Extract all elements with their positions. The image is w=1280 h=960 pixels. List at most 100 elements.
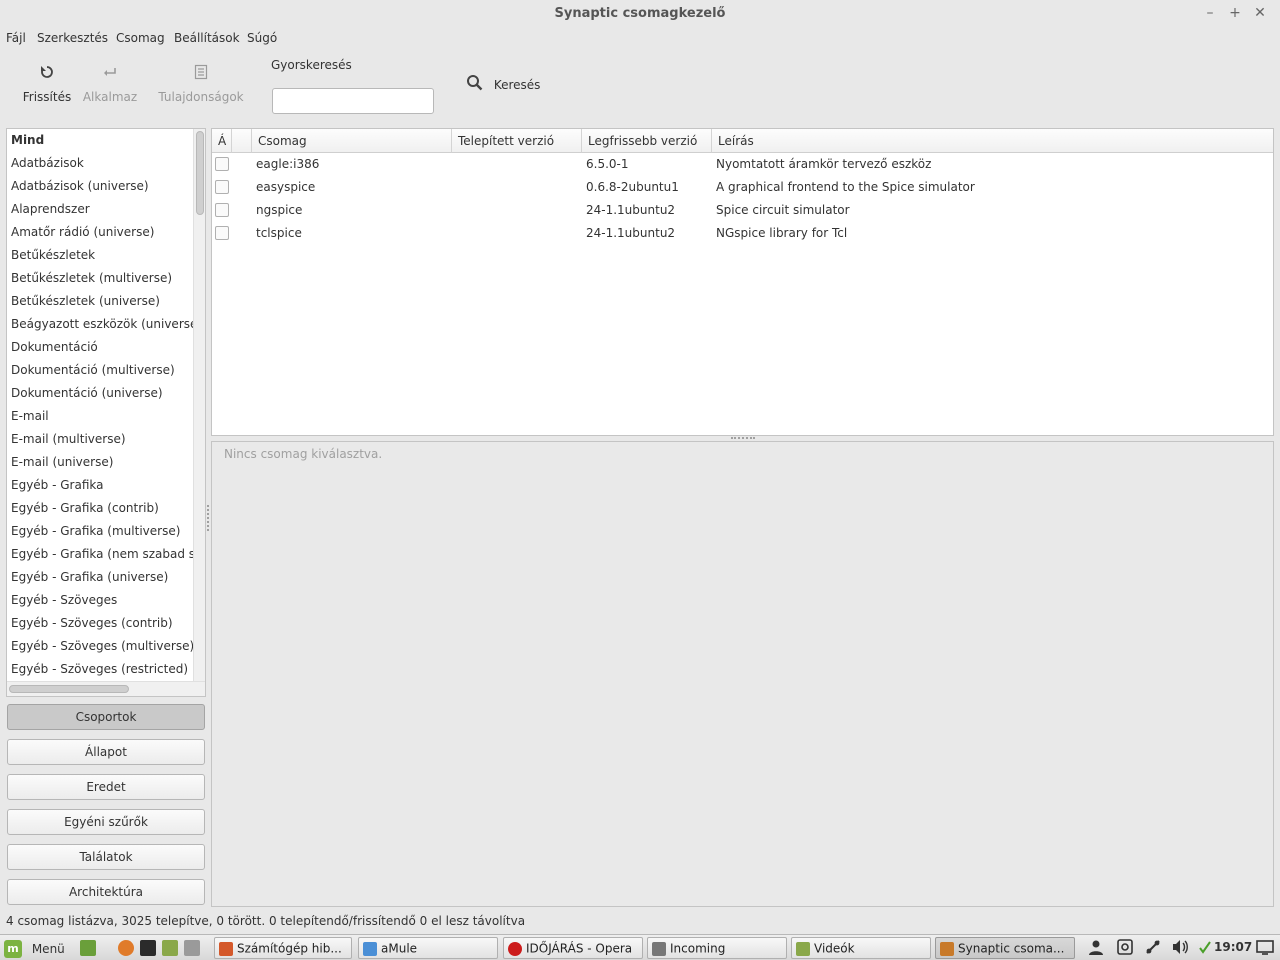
minimize-icon[interactable]: – (1201, 4, 1219, 22)
section-item[interactable]: Alaprendszer (11, 198, 193, 221)
maximize-icon[interactable]: + (1226, 4, 1244, 22)
files-icon[interactable] (162, 940, 178, 956)
section-item[interactable]: Dokumentáció (multiverse) (11, 359, 193, 382)
filter-status-button[interactable]: Állapot (7, 739, 205, 765)
menu-settings[interactable]: Beállítások (174, 31, 240, 45)
show-desktop-icon[interactable] (80, 940, 96, 956)
scrollbar-thumb[interactable] (196, 131, 204, 215)
latest-version: 0.6.8-2ubuntu1 (586, 180, 679, 194)
column-header-mark[interactable] (232, 129, 252, 153)
taskbar-window-label: aMule (381, 941, 418, 956)
filter-custom-button[interactable]: Egyéni szűrők (7, 809, 205, 835)
column-header-latest-version[interactable]: Legfrissebb verzió (582, 129, 712, 153)
section-item[interactable]: Adatbázisok (11, 152, 193, 175)
toolbar: Frissítés Alkalmaz Tulajdonságok Gyorske… (0, 52, 1280, 122)
section-item[interactable]: Betűkészletek (multiverse) (11, 267, 193, 290)
window-icon (652, 941, 666, 956)
taskbar-window[interactable]: Videók (791, 937, 931, 959)
section-item[interactable]: Adatbázisok (universe) (11, 175, 193, 198)
section-item[interactable]: Egyéb - Szöveges (restricted) (11, 658, 193, 681)
properties-label: Tulajdonságok (158, 90, 244, 104)
section-item[interactable]: Egyéb - Grafika (11, 474, 193, 497)
package-checkbox[interactable] (215, 203, 229, 217)
taskbar-window[interactable]: IDŐJÁRÁS - Opera (503, 937, 643, 959)
search-button[interactable]: Keresés (466, 74, 540, 98)
package-checkbox[interactable] (215, 180, 229, 194)
quicksearch-input[interactable] (272, 88, 434, 114)
section-item[interactable]: Beágyazott eszközök (universe) (11, 313, 193, 336)
section-item[interactable]: E-mail (multiverse) (11, 428, 193, 451)
taskbar-window[interactable]: aMule (358, 937, 498, 959)
section-list: Mind Adatbázisok Adatbázisok (universe) … (6, 128, 206, 697)
table-row[interactable]: eagle:i386 6.5.0-1 Nyomtatott áramkör te… (212, 153, 1273, 176)
filter-origin-button[interactable]: Eredet (7, 774, 205, 800)
column-header-installed-version[interactable]: Telepített verzió (452, 129, 582, 153)
package-table: Á Csomag Telepített verzió Legfrissebb v… (211, 128, 1274, 436)
section-item[interactable]: Amatőr rádió (universe) (11, 221, 193, 244)
folder-icon (796, 941, 810, 956)
section-item[interactable]: Betűkészletek (11, 244, 193, 267)
section-item[interactable]: Egyéb - Szöveges (11, 589, 193, 612)
refresh-icon (22, 64, 72, 84)
column-header-package[interactable]: Csomag (252, 129, 452, 153)
filter-groups-button[interactable]: Csoportok (7, 704, 205, 730)
checkmark-icon[interactable] (1198, 939, 1212, 959)
start-menu-button[interactable]: m Menü (4, 938, 65, 958)
apply-button[interactable]: Alkalmaz (82, 64, 138, 104)
menu-edit[interactable]: Szerkesztés (37, 31, 108, 45)
section-item[interactable]: Dokumentáció (11, 336, 193, 359)
close-icon[interactable]: ✕ (1251, 4, 1269, 22)
refresh-button[interactable]: Frissítés (22, 64, 72, 104)
firefox-icon[interactable] (118, 940, 134, 956)
pane-resize-handle[interactable] (731, 437, 755, 440)
package-checkbox[interactable] (215, 157, 229, 171)
terminal-icon[interactable] (140, 940, 156, 956)
properties-button[interactable]: Tulajdonságok (158, 64, 244, 104)
column-header-description[interactable]: Leírás (712, 129, 1273, 153)
filter-architecture-button[interactable]: Architektúra (7, 879, 205, 905)
latest-version: 24-1.1ubuntu2 (586, 226, 676, 240)
section-vertical-scrollbar[interactable] (193, 129, 205, 681)
system-icon[interactable] (184, 940, 200, 956)
menu-help[interactable]: Súgó (247, 31, 277, 45)
latest-version: 24-1.1ubuntu2 (586, 203, 676, 217)
menu-package[interactable]: Csomag (116, 31, 165, 45)
section-item[interactable]: Egyéb - Grafika (universe) (11, 566, 193, 589)
taskbar-window[interactable]: Számítógép hib... (214, 937, 352, 959)
section-item[interactable]: Egyéb - Grafika (multiverse) (11, 520, 193, 543)
section-item[interactable]: Mind (11, 129, 193, 152)
refresh-label: Frissítés (22, 90, 72, 104)
table-row[interactable]: ngspice 24-1.1ubuntu2 Spice circuit simu… (212, 199, 1273, 222)
section-item[interactable]: Egyéb - Szöveges (contrib) (11, 612, 193, 635)
section-item[interactable]: Egyéb - Grafika (nem szabad szoftver) (11, 543, 193, 566)
user-icon[interactable] (1088, 939, 1104, 959)
apply-label: Alkalmaz (82, 90, 138, 104)
latest-version: 6.5.0-1 (586, 157, 629, 171)
column-header-status[interactable]: Á (212, 129, 232, 153)
section-item[interactable]: Egyéb - Szöveges (multiverse) (11, 635, 193, 658)
update-manager-icon[interactable] (1117, 939, 1133, 959)
section-item[interactable]: Betűkészletek (universe) (11, 290, 193, 313)
show-desktop-icon[interactable] (1256, 939, 1274, 959)
filter-results-button[interactable]: Találatok (7, 844, 205, 870)
menu-file[interactable]: Fájl (6, 31, 26, 45)
network-icon[interactable] (1145, 939, 1161, 959)
taskbar-window[interactable]: Incoming (647, 937, 787, 959)
section-item[interactable]: E-mail (11, 405, 193, 428)
taskbar-window[interactable]: Synaptic csoma... (935, 937, 1075, 959)
section-item[interactable]: Egyéb - Grafika (contrib) (11, 497, 193, 520)
taskbar-window-label: IDŐJÁRÁS - Opera (526, 941, 633, 956)
volume-icon[interactable] (1171, 939, 1189, 959)
section-item[interactable]: E-mail (universe) (11, 451, 193, 474)
section-item[interactable]: Dokumentáció (universe) (11, 382, 193, 405)
clock[interactable]: 19:07 (1214, 940, 1252, 954)
window-title: Synaptic csomagkezelő (554, 6, 726, 21)
scrollbar-thumb[interactable] (9, 685, 129, 693)
package-checkbox[interactable] (215, 226, 229, 240)
section-horizontal-scrollbar[interactable] (7, 681, 205, 696)
table-row[interactable]: easyspice 0.6.8-2ubuntu1 A graphical fro… (212, 176, 1273, 199)
table-row[interactable]: tclspice 24-1.1ubuntu2 NGspice library f… (212, 222, 1273, 245)
package-details-pane: Nincs csomag kiválasztva. (211, 441, 1274, 907)
search-label: Keresés (493, 77, 541, 92)
pane-resize-handle[interactable] (207, 505, 210, 531)
